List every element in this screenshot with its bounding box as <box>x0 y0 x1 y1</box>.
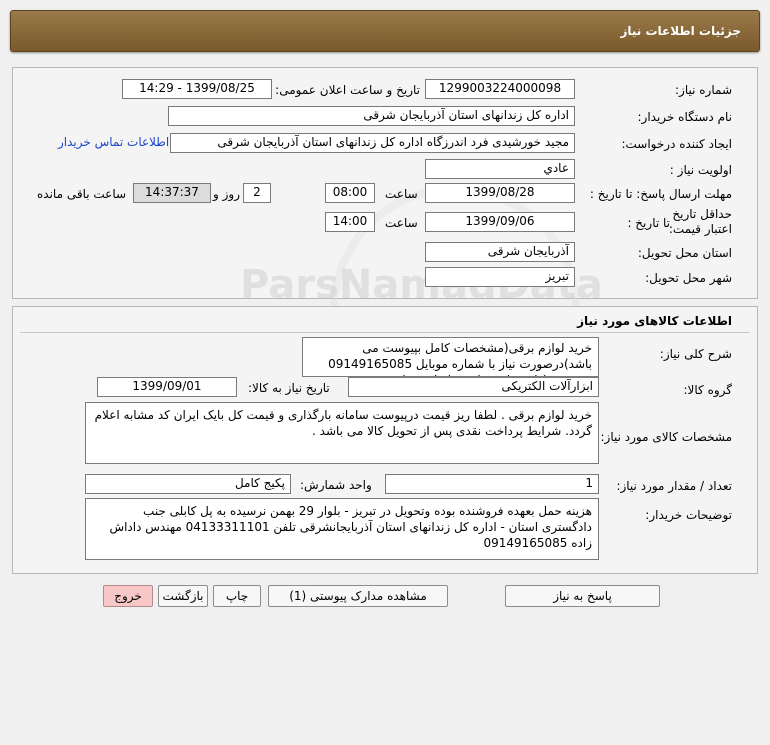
city-field: تبریز <box>425 267 575 287</box>
buyer-org-label: نام دستگاه خریدار: <box>637 110 733 124</box>
goods-specs-field: خرید لوازم برقی . لطفا ریز قیمت درپیوست … <box>85 402 599 464</box>
buyer-org-field: اداره کل زندانهای استان آذربایجان شرقی <box>168 106 575 126</box>
need-description-label: شرح کلی نیاز: <box>659 347 732 361</box>
priority-field: عادي <box>425 159 575 179</box>
city-label: شهر محل تحویل: <box>645 271 732 285</box>
goods-section-title: اطلاعات کالاهای مورد نیاز <box>577 314 732 328</box>
need-number-field: 1299003224000098 <box>425 79 575 99</box>
quantity-field: 1 <box>385 474 599 494</box>
goods-specs-label: مشخصات کالای مورد نیاز: <box>600 430 732 444</box>
buyer-notes-label: توضیحات خریدار: <box>645 508 732 522</box>
deadline-label: مهلت ارسال پاسخ: تا تاریخ : <box>589 187 732 201</box>
reply-button[interactable]: پاسخ به نیاز <box>505 585 660 607</box>
unit-field: پکیج کامل <box>85 474 291 494</box>
buyer-notes-field: هزینه حمل بعهده فروشنده بوده وتحویل در ت… <box>85 498 599 560</box>
quantity-label: تعداد / مقدار مورد نیاز: <box>616 479 732 493</box>
back-button[interactable]: بازگشت <box>158 585 208 607</box>
page-title: جزئیات اطلاعات نیاز <box>620 24 741 38</box>
validity-to-label: تا تاریخ : <box>627 216 670 230</box>
page-header: جزئیات اطلاعات نیاز <box>10 10 760 52</box>
need-number-label: شماره نیاز: <box>675 83 732 97</box>
goods-group-field: ابزارآلات الکتریکی <box>348 377 599 397</box>
attachments-button[interactable]: مشاهده مدارک پیوستی (1) <box>268 585 448 607</box>
need-info-panel <box>12 67 758 299</box>
remaining-days-field: 2 <box>243 183 271 203</box>
days-label: روز و <box>213 187 240 201</box>
need-date-field: 1399/09/01 <box>97 377 237 397</box>
announce-datetime-field: 1399/08/25 - 14:29 <box>122 79 272 99</box>
validity-time-label: ساعت <box>385 216 418 230</box>
deadline-time-field: 08:00 <box>325 183 375 203</box>
remaining-label: ساعت باقی مانده <box>37 187 127 201</box>
deadline-date-field: 1399/08/28 <box>425 183 575 203</box>
validity-time-field: 14:00 <box>325 212 375 232</box>
announce-datetime-label: تاریخ و ساعت اعلان عمومی: <box>275 83 420 97</box>
need-description-field: خرید لوازم برقی(مشخصات کامل بپیوست می با… <box>302 337 599 377</box>
buyer-contact-link[interactable]: اطلاعات تماس خریدار <box>58 135 169 149</box>
validity-date-field: 1399/09/06 <box>425 212 575 232</box>
section-divider <box>20 332 750 333</box>
unit-label: واحد شمارش: <box>300 478 372 492</box>
requester-label: ایجاد کننده درخواست: <box>621 137 732 151</box>
requester-field: مجید خورشیدی فرد اندرزگاه اداره کل زندان… <box>170 133 575 153</box>
province-label: استان محل تحویل: <box>637 246 732 260</box>
priority-label: اولویت نیاز : <box>669 163 732 177</box>
province-field: آذربایجان شرقی <box>425 242 575 262</box>
deadline-time-label: ساعت <box>385 187 418 201</box>
remaining-time-field: 14:37:37 <box>133 183 211 203</box>
exit-button[interactable]: خروج <box>103 585 153 607</box>
need-date-label: تاریخ نیاز به کالا: <box>248 381 330 395</box>
goods-group-label: گروه کالا: <box>683 383 733 397</box>
print-button[interactable]: چاپ <box>213 585 261 607</box>
